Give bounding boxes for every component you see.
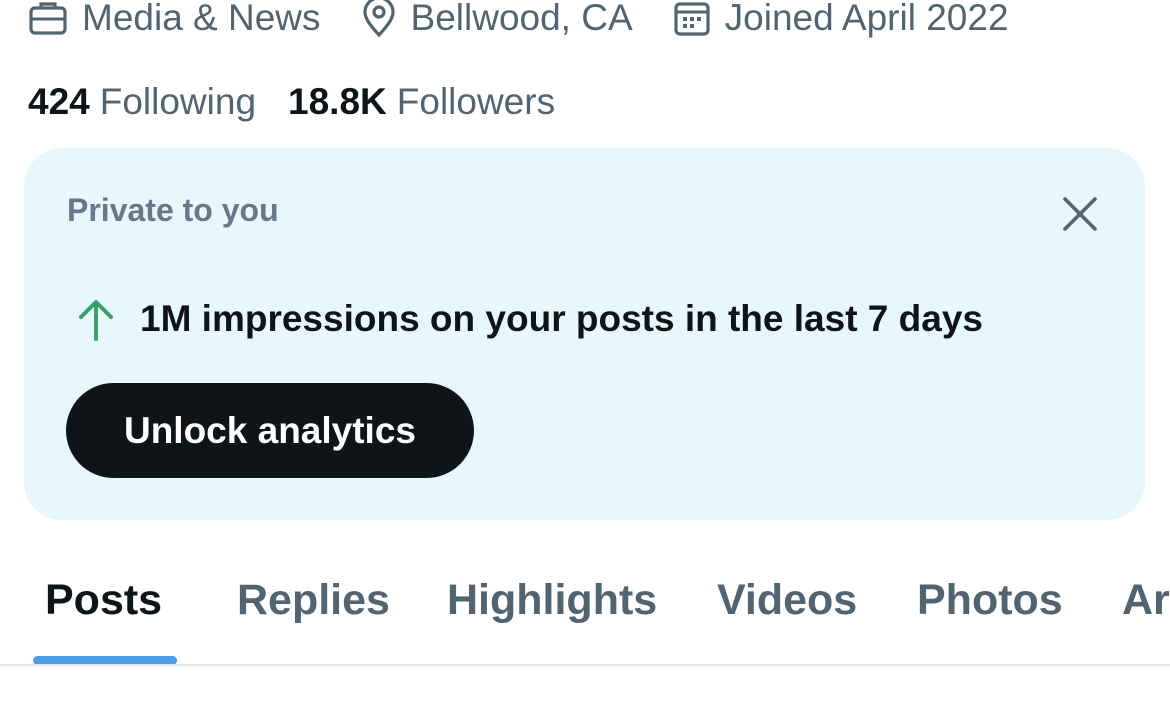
close-icon	[1063, 197, 1097, 231]
location-label: Bellwood, CA	[410, 0, 633, 38]
category-item: Media & News	[28, 0, 321, 39]
joined-label: Joined April 2022	[724, 0, 1009, 38]
follow-stats: 424 Following 18.8K Followers	[28, 78, 587, 126]
briefcase-icon	[29, 2, 67, 35]
tab-highlights[interactable]: Highlights	[447, 540, 657, 660]
tab-posts[interactable]: Posts	[45, 540, 162, 660]
tabs-divider	[0, 664, 1170, 666]
profile-tabs: Posts Replies Highlights Videos Photos A…	[0, 540, 1170, 666]
private-card-title: Private to you	[67, 192, 279, 228]
profile-meta-row: Media & News Bellwood, CA Joined April 2…	[28, 0, 1049, 48]
followers-count[interactable]: 18.8K	[288, 81, 387, 123]
tab-photos[interactable]: Photos	[917, 540, 1063, 660]
location-item: Bellwood, CA	[361, 0, 633, 39]
category-label: Media & News	[82, 0, 321, 38]
tab-replies[interactable]: Replies	[237, 540, 390, 660]
close-button[interactable]	[1054, 188, 1106, 240]
profile-page: Media & News Bellwood, CA Joined April 2…	[0, 0, 1170, 708]
following-label[interactable]: Following	[100, 81, 256, 123]
tab-articles[interactable]: Articles	[1122, 540, 1170, 660]
location-pin-icon	[362, 0, 395, 38]
private-analytics-card: Private to you 1M impressions on your po…	[24, 148, 1145, 520]
following-count[interactable]: 424	[28, 81, 90, 123]
tab-videos[interactable]: Videos	[717, 540, 857, 660]
joined-item: Joined April 2022	[673, 0, 1009, 39]
impressions-text: 1M impressions on your posts in the last…	[140, 298, 983, 339]
calendar-icon	[674, 2, 710, 36]
followers-label[interactable]: Followers	[397, 81, 555, 123]
impressions-row: 1M impressions on your posts in the last…	[76, 294, 983, 344]
unlock-analytics-button[interactable]: Unlock analytics	[66, 383, 474, 478]
arrow-up-icon	[79, 300, 113, 341]
